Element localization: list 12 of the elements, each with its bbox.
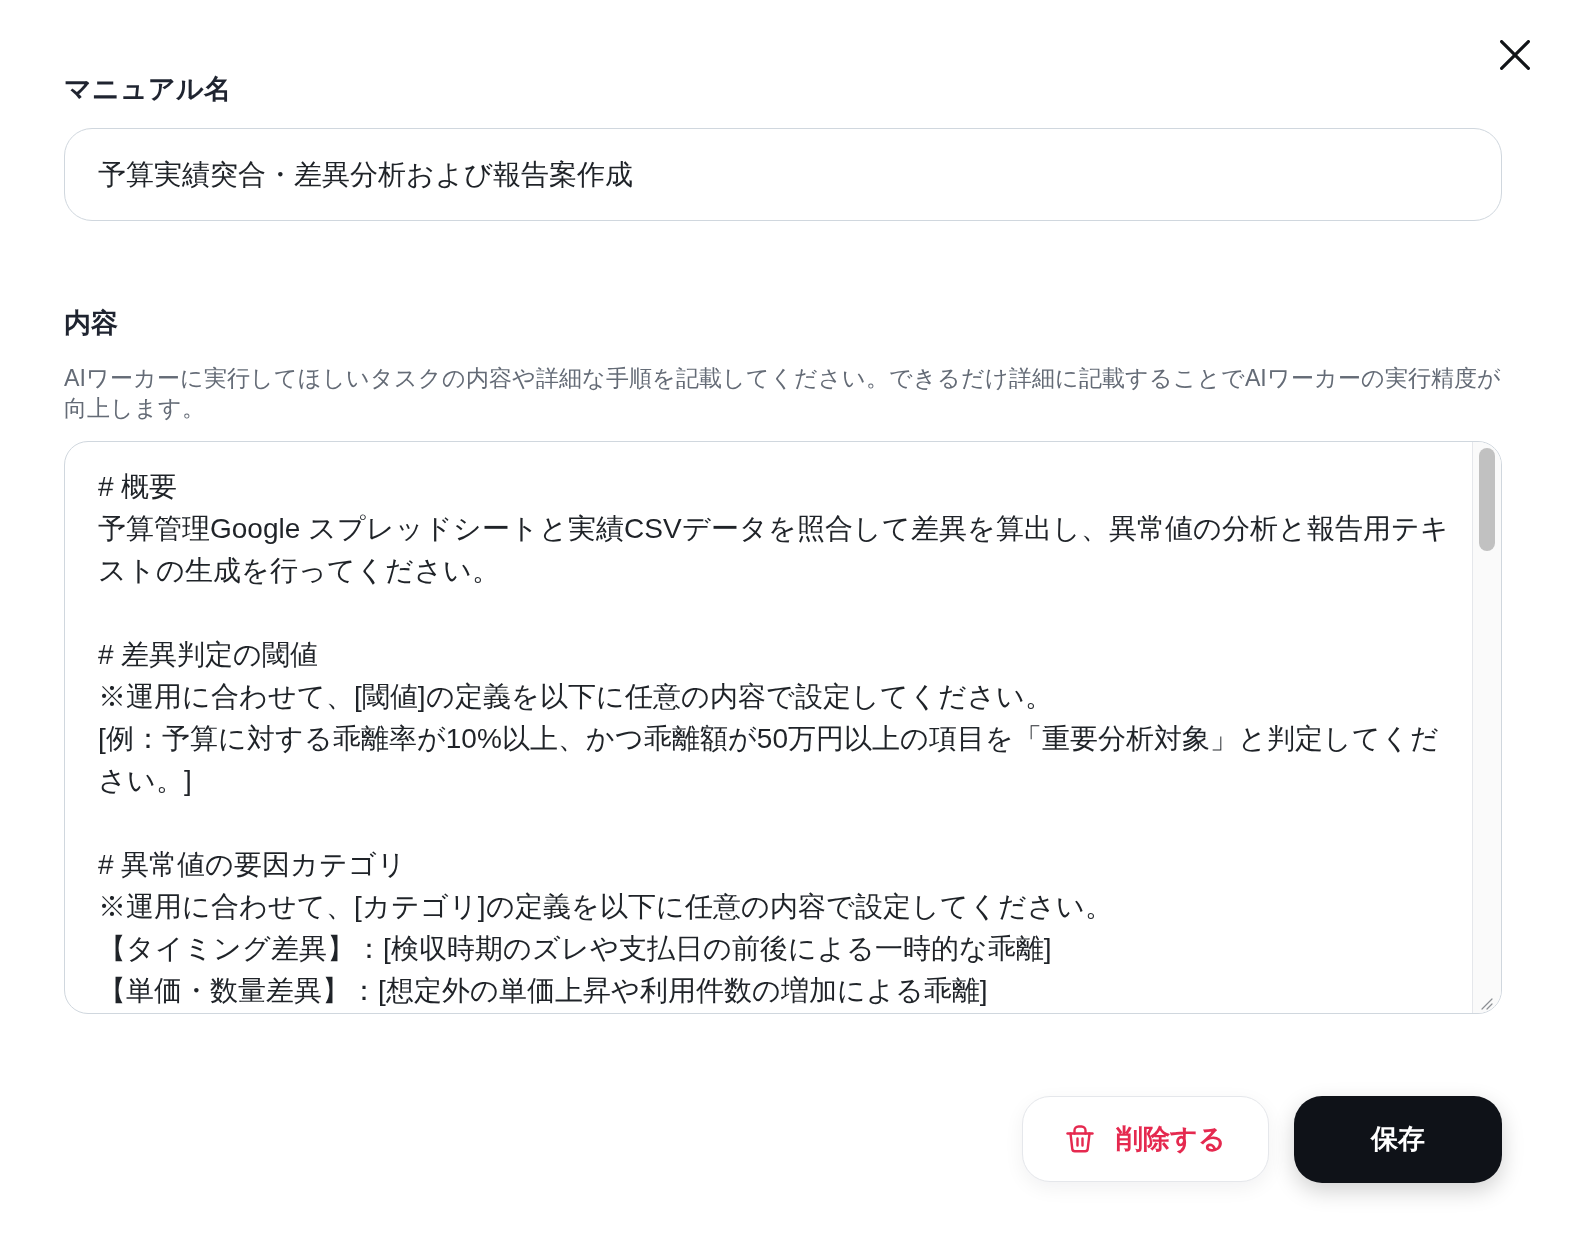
resize-grip-icon[interactable] [1481,998,1493,1010]
save-button[interactable]: 保存 [1294,1096,1502,1183]
textarea-field[interactable]: # 概要 予算管理Google スプレッドシートと実績CSVデータを照合して差異を算出し、異常値の分析と報告用テキストの生成を行ってください。 # 差異判定の閾値 ※運用に合わせて、[閾値]の定義を以下に任意の内容で設定してください。 [例：予算に対する乖離率が10%以上、かつ乖離額が50万円以上の項目を「重要分析対象」と判定してください。] # 異常値の要因カテゴリ ※運用に合わせて、[カテゴリ]の定義を以下に任意の内容で設定してください。 【タイミング差異】：[検収時期のズレや支払日の前後による一時的な乖離] 【単価・数量差異】：[想定外の単価上昇や利用件数の増加による乖離] [64,441,1502,1014]
close-icon [1500,40,1530,70]
field-label: 内容 [64,307,119,340]
close-button[interactable] [1500,40,1530,70]
field-label: マニュアル名 [64,73,232,106]
scrollbar-thumb[interactable] [1479,448,1495,551]
trash-icon [1065,1125,1094,1153]
delete-button[interactable]: 削除する [1022,1096,1269,1182]
field-description: AIワーカーに実行してほしいタスクの内容や詳細な手順を記載してください。できるだけ詳細に記載することでAIワーカーの実行精度が向上します。 [64,364,1502,423]
text-input-field[interactable]: 予算実績突合・差異分析および報告案作成 [64,128,1502,221]
